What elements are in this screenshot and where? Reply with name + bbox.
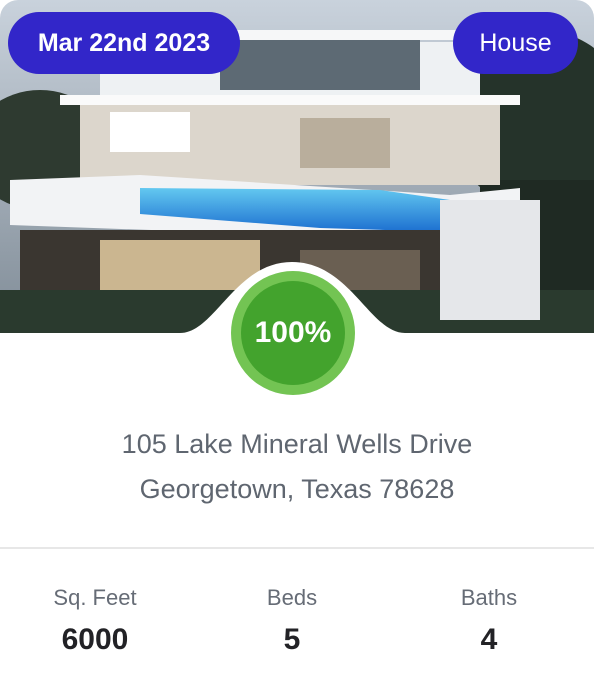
divider	[0, 547, 594, 549]
address-line-1: 105 Lake Mineral Wells Drive	[121, 429, 473, 459]
address-line-2: Georgetown, Texas 78628	[139, 474, 455, 504]
stat-beds: Beds 5	[212, 582, 372, 666]
listing-date-badge: Mar 22nd 2023	[8, 12, 240, 74]
property-type-badge: House	[453, 12, 578, 74]
stat-baths: Baths 4	[409, 582, 569, 666]
property-address: 105 Lake Mineral Wells Drive Georgetown,…	[0, 422, 594, 512]
stat-label: Baths	[460, 585, 518, 610]
match-score-value: 100%	[241, 281, 345, 385]
stat-label: Sq. Feet	[53, 585, 137, 610]
stat-value: 4	[480, 623, 498, 656]
property-stats: Sq. Feet 6000 Beds 5 Baths 4	[0, 582, 594, 662]
property-card[interactable]: Mar 22nd 2023 House 100% 105 Lake Minera…	[0, 0, 594, 688]
match-score-badge: 100%	[231, 271, 355, 395]
stat-square-feet: Sq. Feet 6000	[15, 582, 175, 666]
stat-value: 6000	[61, 623, 129, 656]
stat-label: Beds	[266, 585, 318, 610]
stat-value: 5	[283, 623, 301, 656]
